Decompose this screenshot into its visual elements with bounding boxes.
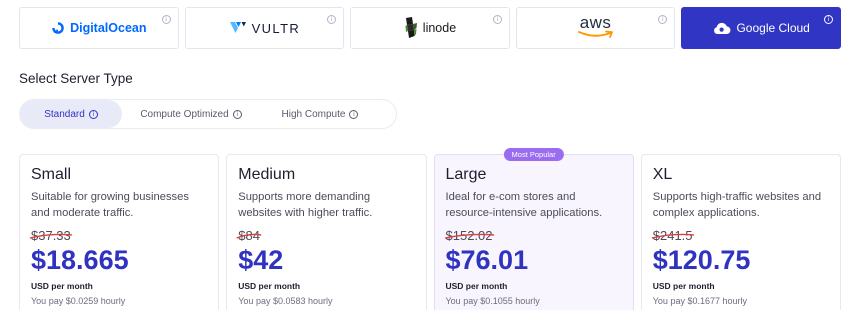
original-price-value: $152.02	[445, 228, 493, 243]
original-price: $84	[236, 228, 262, 243]
plan-cards: Small Suitable for growing businesses an…	[19, 148, 841, 310]
info-icon[interactable]: i	[161, 15, 171, 24]
price-period: USD per month	[652, 281, 715, 291]
plan-description: Ideal for e-com stores and resource-inte…	[445, 191, 603, 219]
cloud-icon	[714, 22, 731, 34]
info-icon[interactable]: i	[88, 109, 98, 119]
provider-name: aws	[579, 13, 612, 32]
original-price: $152.02	[444, 228, 494, 243]
provider-linode[interactable]: linode i	[350, 7, 510, 49]
most-popular-badge: Most Popular	[503, 148, 564, 161]
original-price-value: $84	[238, 228, 260, 243]
plan-card-medium[interactable]: Medium Supports more demanding websites …	[226, 154, 427, 310]
hourly-rate: You pay $0.0259 hourly	[31, 296, 126, 306]
current-price: $18.665	[31, 245, 129, 275]
hourly-rate: You pay $0.0583 hourly	[238, 296, 333, 306]
plan-description: Suitable for growing businesses and mode…	[31, 191, 189, 219]
plan-name: Large	[445, 166, 487, 183]
original-price: $241.5	[651, 228, 694, 243]
provider-logo: Google Cloud	[712, 21, 810, 35]
tab-label: High Compute	[281, 108, 346, 120]
plan-card-xl[interactable]: XL Supports high-traffic websites and co…	[640, 154, 841, 310]
original-price-value: $37.33	[31, 228, 71, 243]
info-icon[interactable]: i	[349, 109, 359, 119]
plan-card-small[interactable]: Small Suitable for growing businesses an…	[19, 154, 220, 310]
provider-vultr[interactable]: VULTR i	[184, 7, 345, 49]
plan-description: Supports high-traffic websites and compl…	[652, 191, 822, 219]
hourly-rate: You pay $0.1677 hourly	[652, 296, 747, 306]
plan-name: Medium	[238, 166, 296, 183]
tab-compute-optimized[interactable]: Compute Optimized i	[122, 100, 260, 128]
provider-logo: VULTR	[229, 21, 301, 36]
original-price-value: $241.5	[652, 228, 693, 243]
info-icon[interactable]: i	[492, 15, 502, 24]
server-type-tabs: Standard i Compute Optimized i High Comp…	[19, 99, 397, 129]
tab-label: Compute Optimized	[140, 108, 229, 120]
info-icon[interactable]: i	[658, 15, 668, 24]
linode-logo-icon	[405, 17, 417, 38]
tab-label: Standard	[44, 108, 85, 120]
tab-high-compute[interactable]: High Compute i	[260, 100, 380, 128]
plan-name: XL	[652, 166, 673, 183]
price-period: USD per month	[238, 281, 301, 291]
plan-description: Supports more demanding websites with hi…	[238, 191, 373, 219]
tab-standard[interactable]: Standard i	[20, 100, 122, 128]
current-price: $76.01	[445, 245, 529, 275]
info-icon[interactable]: i	[823, 15, 833, 24]
vultr-logo-icon	[229, 22, 246, 33]
provider-name: Google Cloud	[736, 21, 810, 35]
provider-google-cloud[interactable]: Google Cloud i	[681, 7, 841, 49]
info-icon[interactable]: i	[232, 109, 242, 119]
provider-name: DigitalOcean	[70, 21, 147, 35]
plan-name: Small	[31, 166, 72, 183]
hourly-rate: You pay $0.1055 hourly	[445, 296, 540, 306]
current-price: $120.75	[652, 245, 751, 275]
current-price: $42	[238, 245, 284, 275]
provider-digitalocean[interactable]: DigitalOcean i	[19, 7, 179, 49]
plan-card-large[interactable]: Most Popular Large Ideal for e-com store…	[433, 148, 634, 310]
aws-smile-icon	[577, 30, 613, 38]
info-icon[interactable]: i	[327, 15, 337, 24]
provider-name: VULTR	[251, 20, 301, 36]
provider-name: linode	[422, 21, 457, 35]
price-period: USD per month	[445, 281, 508, 291]
original-price: $37.33	[29, 228, 72, 243]
provider-logo: DigitalOcean	[51, 21, 147, 35]
provider-logo: aws	[577, 13, 615, 39]
provider-selector: DigitalOcean i VULTR i linode i aws i Go…	[19, 7, 841, 49]
provider-aws[interactable]: aws i	[515, 7, 676, 49]
section-title: Select Server Type	[19, 71, 133, 86]
price-period: USD per month	[31, 281, 93, 291]
provider-logo: linode	[404, 17, 456, 39]
digitalocean-logo-icon	[52, 22, 64, 34]
